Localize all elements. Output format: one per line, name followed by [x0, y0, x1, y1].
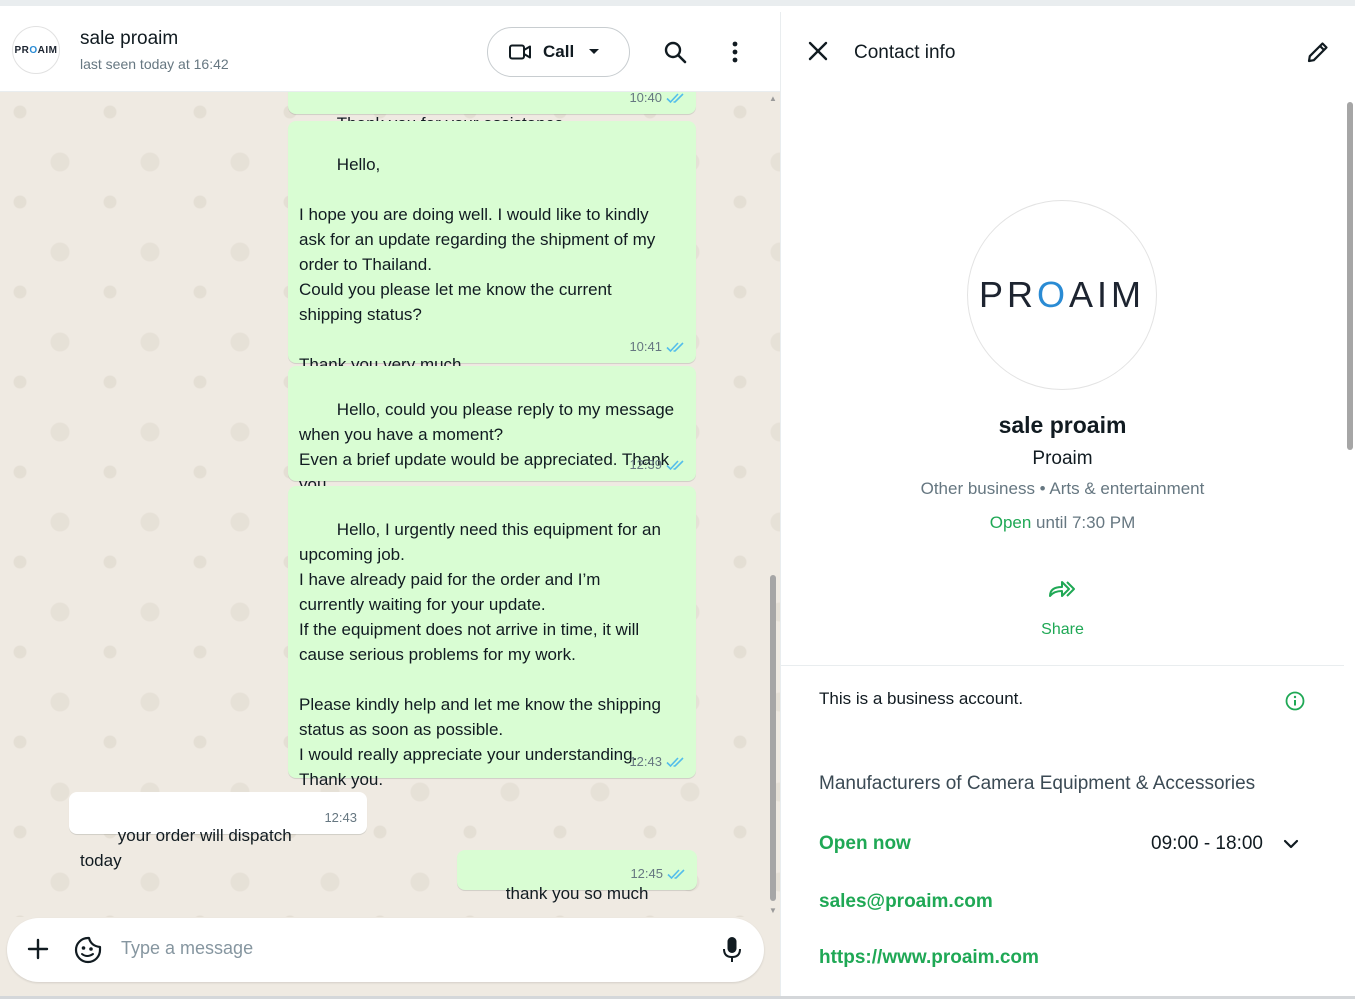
message-meta: 10:40 — [629, 92, 686, 110]
info-scrollbar[interactable] — [1347, 102, 1353, 450]
contact-info-title: Contact info — [854, 42, 956, 63]
message-text: your order will dispatch today — [80, 826, 297, 870]
message-meta: 12:43 — [324, 805, 357, 830]
open-until: until 7:30 PM — [1031, 513, 1136, 532]
avatar[interactable]: PR O AIM — [12, 26, 60, 74]
double-check-icon — [666, 92, 684, 103]
mic-icon[interactable] — [721, 935, 743, 965]
message-text: Hello, could you please reply to my mess… — [299, 400, 675, 494]
contact-info-header: Contact info — [781, 12, 1355, 94]
business-hours[interactable]: 09:00 - 18:00 — [1151, 833, 1263, 855]
message-time: 12:43 — [629, 754, 662, 769]
message-bubble-out[interactable]: Hello, I urgently need this equipment fo… — [288, 486, 696, 789]
business-website-link[interactable]: https://www.proaim.com — [819, 947, 1039, 969]
video-icon — [509, 44, 531, 60]
call-button-label: Call — [543, 42, 575, 61]
message-time: 10:40 — [629, 92, 662, 105]
close-icon[interactable] — [807, 40, 829, 62]
message-bubble-out[interactable]: Thank you for your assistance. 10:40 — [288, 92, 696, 133]
search-icon[interactable] — [661, 38, 689, 66]
message-input[interactable]: Type a message — [121, 938, 253, 959]
sticker-icon[interactable] — [73, 935, 103, 965]
message-text: Hello, I urgently need this equipment fo… — [299, 520, 661, 789]
message-time: 12:43 — [324, 810, 357, 825]
section-divider — [781, 665, 1344, 666]
logo-text-end: AIM — [1069, 274, 1146, 315]
logo-text: PR — [978, 274, 1037, 315]
info-icon[interactable] — [1284, 690, 1306, 712]
message-bubble-out[interactable]: Hello, could you please reply to my mess… — [288, 366, 696, 494]
message-meta: 12:45 — [630, 861, 687, 886]
double-check-icon — [666, 341, 684, 352]
business-category: Other business • Arts & entertainment — [920, 479, 1205, 498]
open-word: Open — [989, 513, 1032, 532]
scroll-down-arrow[interactable]: ▼ — [769, 906, 777, 915]
share-icon[interactable] — [1047, 578, 1077, 602]
logo-mark: O — [1036, 274, 1069, 315]
message-meta: 10:41 — [629, 334, 686, 359]
message-time: 12:45 — [630, 866, 663, 881]
avatar-logo-mark: O — [29, 44, 38, 56]
message-bubble-out[interactable]: Hello, I hope you are doing well. I woul… — [288, 121, 696, 374]
message-time: 10:41 — [629, 339, 662, 354]
business-description: Manufacturers of Camera Equipment & Acce… — [819, 773, 1256, 794]
message-composer[interactable]: Type a message — [7, 918, 764, 982]
double-check-icon — [667, 868, 685, 879]
open-now-label: Open now — [819, 833, 911, 854]
chevron-down-icon[interactable] — [1281, 834, 1301, 854]
plus-icon[interactable] — [25, 936, 51, 962]
chat-pane: PR O AIM sale proaim last seen today at 16… — [0, 12, 780, 996]
share-button[interactable]: Share — [781, 621, 1344, 639]
message-time: 12:39 — [629, 457, 662, 472]
message-bubble-in[interactable]: your order will dispatch today 12:43 — [69, 792, 367, 870]
message-list[interactable]: Thank you for your assistance. 10:40 Hel… — [0, 92, 780, 917]
message-bubble-out[interactable]: thank you so much 12:45 — [457, 850, 697, 903]
avatar-logo-text-end: AIM — [37, 44, 58, 56]
message-meta: 12:43 — [629, 749, 686, 774]
whatsapp-window: PR O AIM sale proaim last seen today at 16… — [0, 0, 1355, 999]
scroll-up-arrow[interactable]: ▲ — [769, 94, 777, 103]
chat-scrollbar[interactable] — [770, 575, 776, 901]
opening-status: Open until 7:30 PM — [781, 513, 1344, 533]
message-text: thank you so much — [505, 884, 649, 903]
contact-info-panel: Contact info PR O AIM sale proaim Proaim O… — [780, 12, 1355, 996]
avatar-logo-text: PR — [14, 44, 30, 56]
profile-name: sale proaim — [998, 412, 1127, 438]
message-text: Hello, I hope you are doing well. I woul… — [299, 155, 656, 374]
pencil-icon[interactable] — [1305, 39, 1331, 65]
double-check-icon — [666, 459, 684, 470]
call-button[interactable]: Call — [487, 27, 630, 77]
business-email-link[interactable]: sales@proaim.com — [819, 891, 993, 913]
business-account-note: This is a business account. — [819, 689, 1024, 708]
chevron-down-icon[interactable] — [588, 48, 600, 56]
menu-icon[interactable] — [721, 38, 749, 66]
business-name: Proaim — [1032, 448, 1093, 469]
chat-header[interactable]: PR O AIM sale proaim last seen today at 16… — [0, 12, 780, 92]
profile-photo[interactable]: PR O AIM — [967, 200, 1157, 390]
contact-last-seen: last seen today at 16:42 — [80, 56, 229, 72]
message-meta: 12:39 — [629, 452, 686, 477]
contact-name[interactable]: sale proaim — [80, 28, 178, 50]
double-check-icon — [666, 756, 684, 767]
